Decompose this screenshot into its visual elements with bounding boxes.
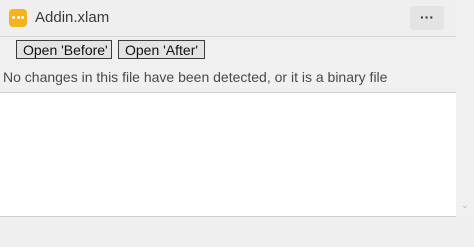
- more-options-button[interactable]: ···: [410, 6, 444, 30]
- vertical-scrollbar[interactable]: ⌄: [456, 0, 474, 216]
- file-header: Addin.xlam ···: [0, 0, 474, 37]
- dot: [21, 16, 24, 19]
- diff-panel: Addin.xlam ··· Open 'Before' Open 'After…: [0, 0, 474, 247]
- file-icon-dots: [12, 16, 24, 19]
- diff-content-area[interactable]: [0, 92, 456, 217]
- dot: [16, 16, 20, 19]
- open-after-button[interactable]: Open 'After': [118, 40, 205, 59]
- footer-bar: [0, 217, 474, 247]
- file-title: Addin.xlam: [35, 9, 110, 26]
- chevron-down-icon[interactable]: ⌄: [460, 201, 470, 211]
- dot: [12, 16, 15, 19]
- no-changes-message: No changes in this file have been detect…: [3, 69, 388, 85]
- file-icon: [9, 9, 27, 27]
- open-before-button[interactable]: Open 'Before': [16, 40, 112, 59]
